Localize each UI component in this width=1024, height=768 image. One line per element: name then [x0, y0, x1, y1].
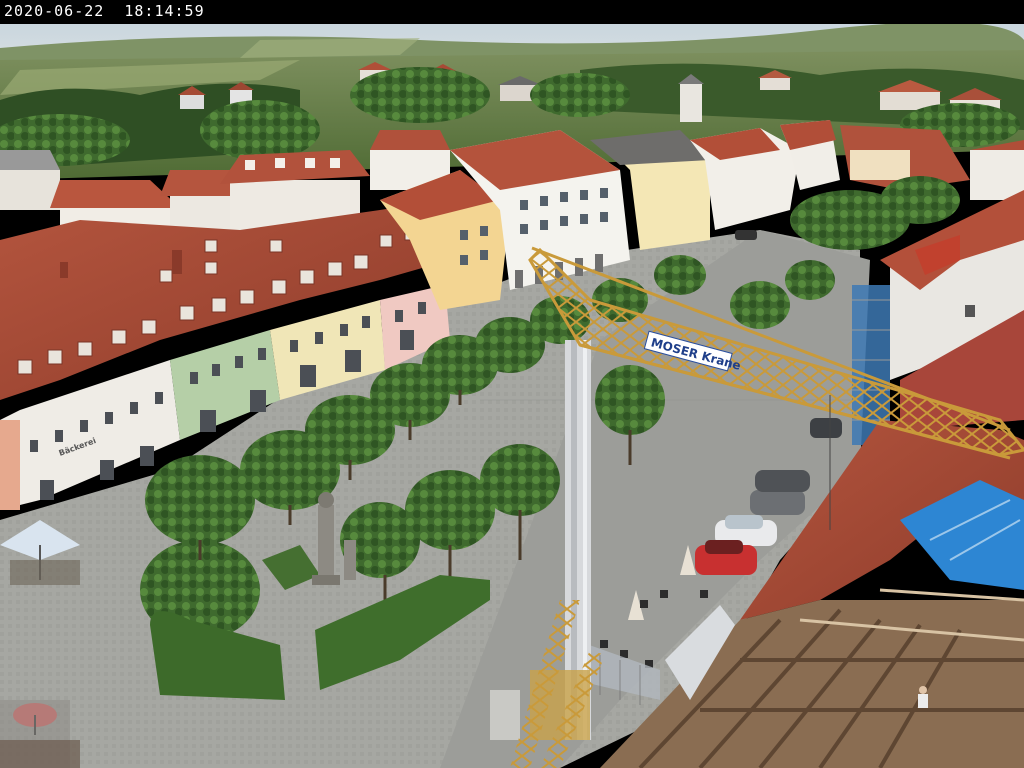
timestamp-text: 2020-06-22 18:14:59: [4, 2, 205, 20]
timestamp-bar: 2020-06-22 18:14:59: [0, 0, 1024, 24]
webcam-scene: Bäckerei MOSER Krane: [0, 24, 1024, 768]
worker: [919, 686, 927, 694]
